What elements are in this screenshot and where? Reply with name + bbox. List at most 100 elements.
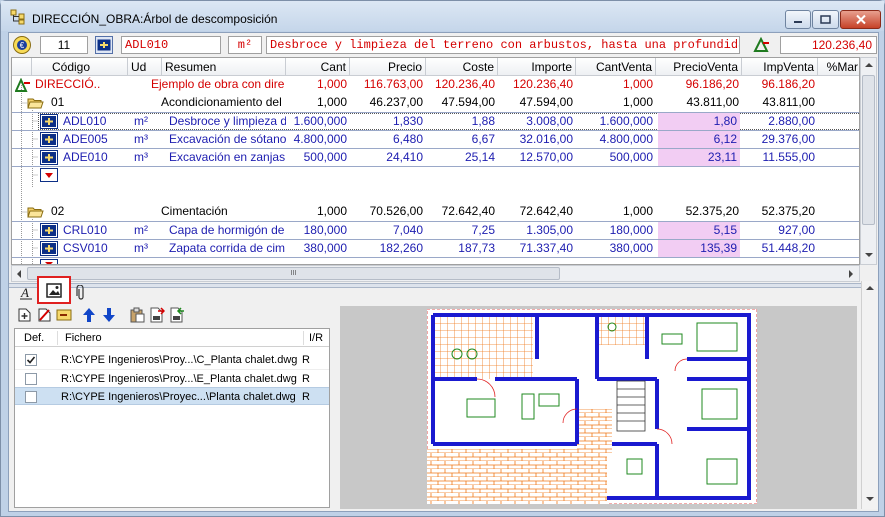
col-fichero[interactable]: Fichero — [65, 332, 102, 344]
col-margen[interactable]: %Mar — [818, 58, 859, 76]
cell-importe: 71.337,40 — [519, 241, 573, 255]
cell-resumen: Ejemplo de obra con dire — [151, 77, 285, 91]
cell-precioventa[interactable]: 6,12 — [658, 131, 740, 148]
tab-text[interactable]: A — [15, 282, 37, 304]
cell-coste: 1,88 — [471, 114, 495, 128]
col-resumen[interactable]: Resumen — [162, 58, 286, 76]
cell-importe: 12.570,00 — [519, 150, 573, 164]
cell-precioventa[interactable]: 23,11 — [658, 149, 740, 166]
cell-cantventa: 380,000 — [609, 241, 653, 255]
scroll-up-icon[interactable] — [864, 62, 874, 68]
col-ir[interactable]: I/R — [309, 332, 323, 344]
move-down-button[interactable] — [99, 306, 119, 324]
col-def[interactable]: Def. — [24, 332, 44, 344]
grid-horizontal-scrollbar[interactable]: III — [11, 265, 860, 282]
cell-precioventa: 96.186,20 — [685, 77, 739, 91]
level-icon[interactable]: € — [13, 36, 31, 54]
default-checkbox[interactable] — [25, 373, 37, 385]
default-checkbox[interactable] — [25, 391, 37, 403]
file-row[interactable]: R:\CYPE Ingenieros\Proy...\C_Planta chal… — [15, 351, 329, 369]
vertical-scroll-thumb[interactable] — [862, 75, 875, 225]
col-ud[interactable]: Ud — [128, 58, 162, 76]
scroll-down-icon[interactable] — [864, 252, 874, 258]
grid-vertical-scrollbar[interactable] — [860, 57, 877, 265]
cell-importe: 3.008,00 — [526, 114, 573, 128]
cell-cantventa: 180,000 — [609, 223, 653, 237]
panel-splitter[interactable] — [9, 283, 878, 288]
unit-field[interactable]: m² — [228, 36, 262, 54]
cell-coste: 25,14 — [464, 150, 495, 164]
cell-resumen: Capa de hormigón de — [169, 223, 285, 237]
cell-resumen: Acondicionamiento del — [161, 95, 282, 109]
app-window: DIRECCIÓN_OBRA:Árbol de descomposición €… — [0, 0, 885, 517]
cell-cant: 1,000 — [316, 95, 347, 109]
summary-field[interactable]: Desbroce y limpieza del terreno con arbu… — [266, 36, 740, 54]
add-file-button[interactable] — [14, 306, 34, 324]
arrow-up-icon — [83, 308, 95, 322]
paste-button[interactable] — [127, 306, 147, 324]
cell-precioventa[interactable]: 1,80 — [658, 113, 740, 130]
decomposition-table[interactable]: Código Ud Resumen Cant Precio Coste Impo… — [11, 57, 860, 265]
minimize-icon — [794, 20, 802, 23]
item-type-button[interactable] — [95, 36, 113, 54]
client-area: € 11 ADL010 m² Desbroce y limpieza del t… — [8, 32, 879, 512]
folder-open-icon — [27, 98, 44, 109]
move-up-button[interactable] — [79, 306, 99, 324]
col-precio[interactable]: Precio — [350, 58, 426, 76]
col-coste[interactable]: Coste — [426, 58, 498, 76]
cell-precioventa[interactable]: 5,15 — [658, 222, 740, 239]
text-format-icon: A — [20, 285, 32, 300]
cell-impventa: 2.880,00 — [768, 114, 815, 128]
scroll-left-icon[interactable] — [16, 269, 22, 279]
cell-impventa: 29.376,00 — [761, 132, 815, 146]
file-row[interactable]: R:\CYPE Ingenieros\Proy...\E_Planta chal… — [15, 369, 329, 387]
delete-file-icon — [38, 308, 50, 322]
floor-plan-drawing — [427, 309, 757, 504]
cell-cantventa: 1,000 — [622, 95, 653, 109]
cell-impventa: 96.186,20 — [761, 77, 815, 91]
col-codigo[interactable]: Código — [32, 58, 128, 76]
tab-attachments[interactable] — [71, 282, 91, 304]
new-file-icon — [18, 308, 30, 322]
import-button[interactable] — [167, 306, 187, 324]
col-cantventa[interactable]: CantVenta — [576, 58, 656, 76]
horizontal-scroll-thumb[interactable]: III — [27, 267, 560, 280]
export-button[interactable] — [147, 306, 167, 324]
cell-precioventa[interactable]: 135,39 — [658, 240, 740, 257]
cell-precioventa: 43.811,00 — [686, 95, 740, 109]
close-button[interactable] — [840, 10, 881, 29]
drawing-preview[interactable] — [340, 306, 857, 509]
tab-images[interactable] — [37, 276, 71, 304]
file-row-selected[interactable]: R:\CYPE Ingenieros\Proyec...\Planta chal… — [15, 387, 329, 405]
cell-resumen: Zapata corrida de cim — [169, 241, 286, 255]
col-impventa[interactable]: ImpVenta — [742, 58, 818, 76]
total-field: 120.236,40 — [780, 36, 877, 54]
col-cant[interactable]: Cant — [286, 58, 350, 76]
cell-precio: 70.526,00 — [369, 204, 423, 218]
cell-precio: 116.763,00 — [363, 77, 423, 91]
file-list[interactable]: Def. Fichero I/R R:\CYPE Ingenieros\Proy… — [14, 328, 330, 508]
default-checkbox[interactable] — [25, 354, 37, 366]
scroll-right-icon[interactable] — [848, 269, 854, 279]
col-importe[interactable]: Importe — [498, 58, 576, 76]
delete-file-button[interactable] — [34, 306, 54, 324]
cell-impventa: 11.555,00 — [762, 150, 816, 164]
minimize-button[interactable] — [785, 10, 811, 29]
lower-vertical-scrollbar[interactable] — [861, 281, 878, 509]
cell-resumen: Excavación en zanjas — [169, 150, 286, 164]
code-field[interactable]: ADL010 — [121, 36, 221, 54]
title-bar[interactable]: DIRECCIÓN_OBRA:Árbol de descomposición — [1, 1, 884, 31]
cell-coste: 72.642,40 — [441, 204, 495, 218]
cell-precio: 182,260 — [379, 241, 423, 255]
maximize-button[interactable] — [812, 10, 839, 29]
col-precioventa[interactable]: PrecioVenta — [656, 58, 742, 76]
cell-ud: m³ — [134, 132, 148, 146]
edit-file-button[interactable] — [54, 306, 74, 324]
scroll-up-icon[interactable] — [865, 285, 875, 291]
level-field[interactable]: 11 — [40, 36, 88, 54]
cell-cantventa: 500,000 — [609, 150, 653, 164]
cell-resumen: Cimentación — [161, 204, 228, 218]
file-ir: R — [302, 373, 310, 385]
scroll-down-icon[interactable] — [865, 496, 875, 502]
sales-icon-button[interactable] — [753, 36, 771, 54]
